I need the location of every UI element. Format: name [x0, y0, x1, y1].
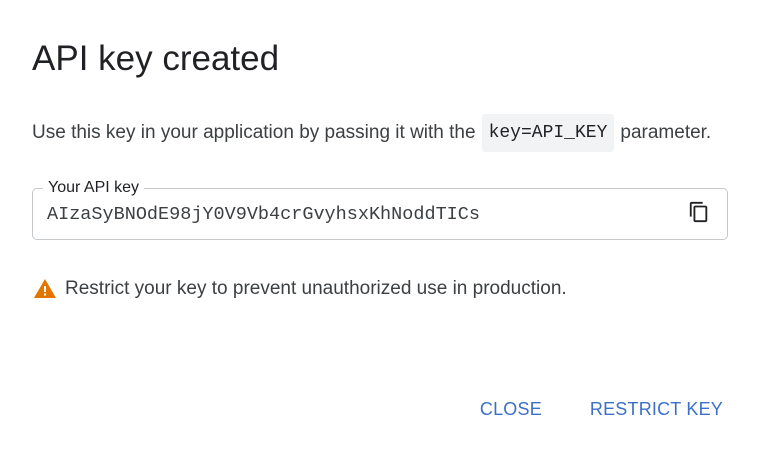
restrict-key-button[interactable]: RESTRICT KEY — [578, 392, 735, 426]
api-key-param-code: key=API_KEY — [481, 114, 615, 152]
copy-button[interactable] — [685, 200, 713, 228]
restrict-warning: Restrict your key to prevent unauthorize… — [33, 276, 567, 302]
dialog-description: Use this key in your application by pass… — [32, 114, 711, 152]
api-key-field-label: Your API key — [43, 178, 145, 198]
description-prefix: Use this key in your application by pass… — [32, 122, 476, 143]
dialog-actions: CLOSE RESTRICT KEY — [468, 392, 735, 426]
api-key-value[interactable]: AIzaSyBNOdE98jY0V9Vb4crGvyhsxKhNoddTICs — [47, 203, 480, 227]
api-key-dialog: API key created Use this key in your app… — [0, 0, 759, 453]
warning-icon — [33, 277, 57, 301]
close-button[interactable]: CLOSE — [468, 392, 554, 426]
warning-text: Restrict your key to prevent unauthorize… — [65, 278, 567, 299]
description-suffix: parameter. — [620, 122, 712, 143]
copy-icon — [688, 201, 710, 228]
dialog-title: API key created — [32, 39, 280, 78]
api-key-field[interactable]: Your API key AIzaSyBNOdE98jY0V9Vb4crGvyh… — [32, 178, 728, 240]
